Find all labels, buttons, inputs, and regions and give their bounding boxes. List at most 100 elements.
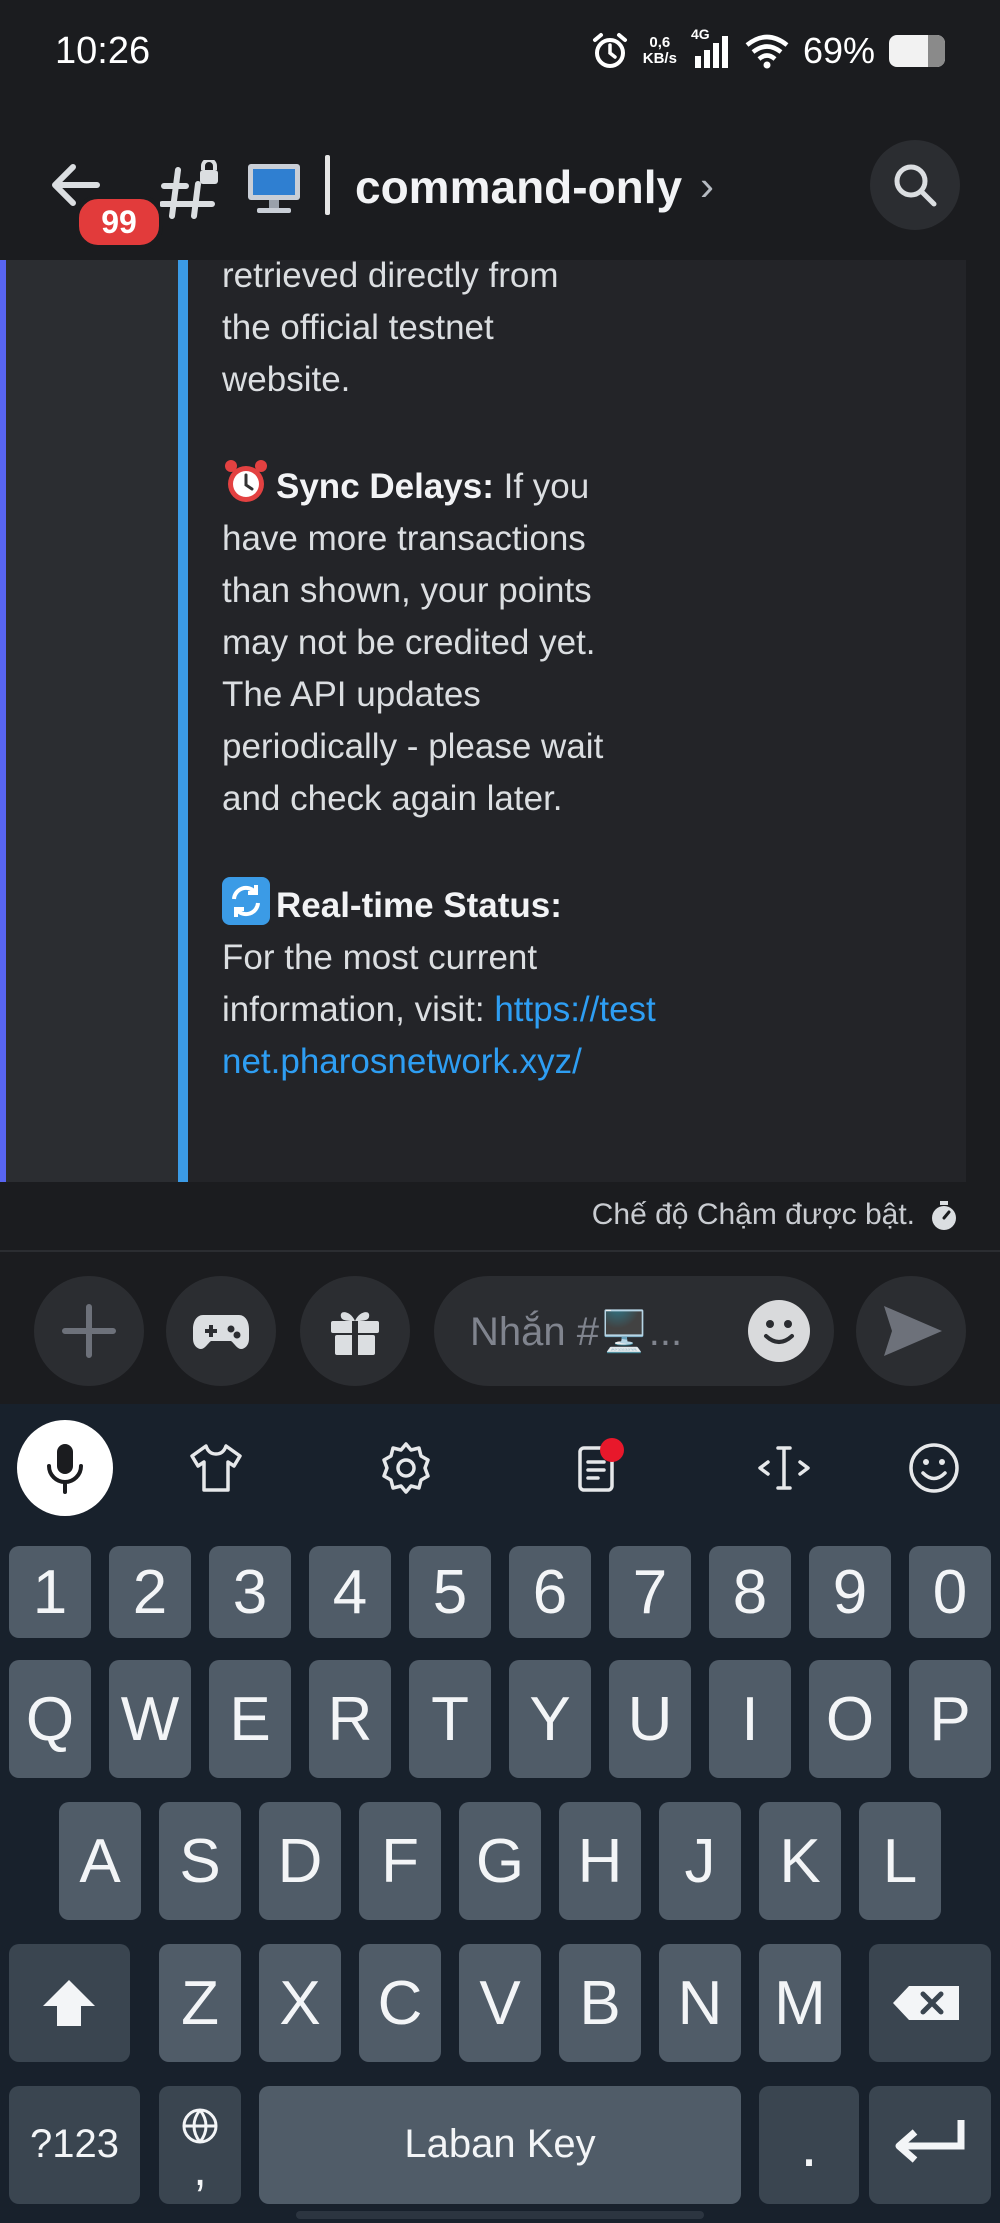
message-input[interactable]: Nhắn #🖥️... <box>434 1276 834 1386</box>
gift-icon <box>331 1312 379 1355</box>
onscreen-keyboard: 1 2 3 4 5 6 7 8 9 0 Q W E R T Y U I O P A S D F G H J K L Z X C V B N M ?123… <box>0 1532 1000 2223</box>
key-f[interactable]: F <box>359 1802 441 1920</box>
key-2[interactable]: 2 <box>109 1546 191 1638</box>
search-button[interactable] <box>870 140 960 230</box>
key-7[interactable]: 7 <box>609 1546 691 1638</box>
message-composer: Nhắn #🖥️... <box>0 1252 1000 1404</box>
embed-description: retrieved directly from the official tes… <box>222 260 662 1140</box>
message-placeholder: Nhắn #🖥️... <box>470 1310 683 1354</box>
key-q[interactable]: Q <box>9 1660 91 1778</box>
gamepad-icon <box>193 1315 249 1349</box>
key-h[interactable]: H <box>559 1802 641 1920</box>
gear-icon <box>382 1442 430 1494</box>
network-speed: 0,6 KB/s <box>642 34 677 67</box>
keyboard-toolbar <box>0 1404 1000 1532</box>
microphone-icon <box>47 1444 83 1494</box>
send-icon <box>884 1306 942 1356</box>
key-o[interactable]: O <box>809 1660 891 1778</box>
gift-button[interactable] <box>300 1276 410 1386</box>
key-8[interactable]: 8 <box>709 1546 791 1638</box>
key-z[interactable]: Z <box>159 1944 241 2062</box>
cursor-control-button[interactable] <box>738 1422 828 1512</box>
key-e[interactable]: E <box>209 1660 291 1778</box>
key-w[interactable]: W <box>109 1660 191 1778</box>
channel-header: 99 command-only › <box>0 110 1000 260</box>
shift-key[interactable] <box>9 1944 130 2062</box>
key-r[interactable]: R <box>309 1660 391 1778</box>
emoji-picker-button[interactable] <box>748 1300 810 1362</box>
embed-status-section: Real-time Status: For the most current i… <box>222 877 662 1088</box>
key-s[interactable]: S <box>159 1802 241 1920</box>
key-0[interactable]: 0 <box>909 1546 991 1638</box>
key-x[interactable]: X <box>259 1944 341 2062</box>
embed-color-bar <box>178 260 188 1182</box>
smiley-icon <box>909 1443 959 1493</box>
key-d[interactable]: D <box>259 1802 341 1920</box>
status-bar: 10:26 0,6 KB/s 4G 69% <box>0 0 1000 110</box>
key-5[interactable]: 5 <box>409 1546 491 1638</box>
status-icons: 0,6 KB/s 4G 69% <box>591 26 945 72</box>
send-button[interactable] <box>856 1276 966 1386</box>
key-9[interactable]: 9 <box>809 1546 891 1638</box>
key-a[interactable]: A <box>59 1802 141 1920</box>
channel-hash-locked-icon <box>160 160 218 219</box>
home-indicator[interactable] <box>296 2211 704 2219</box>
voice-input-button[interactable] <box>17 1420 113 1516</box>
key-k[interactable]: K <box>759 1802 841 1920</box>
attach-button[interactable] <box>34 1276 144 1386</box>
battery-icon <box>889 35 945 67</box>
emoji-keyboard-button[interactable] <box>888 1422 978 1512</box>
key-y[interactable]: Y <box>509 1660 591 1778</box>
enter-key[interactable] <box>869 2086 991 2204</box>
settings-button[interactable] <box>360 1422 450 1512</box>
theme-button[interactable] <box>170 1422 260 1512</box>
space-key[interactable]: Laban Key <box>259 2086 741 2204</box>
slowmode-notice: Chế độ Chậm được bật. <box>0 1182 1000 1252</box>
alarm-icon <box>592 33 627 68</box>
refresh-icon <box>222 877 270 925</box>
key-1[interactable]: 1 <box>9 1546 91 1638</box>
key-i[interactable]: I <box>709 1660 791 1778</box>
key-g[interactable]: G <box>459 1802 541 1920</box>
key-v[interactable]: V <box>459 1944 541 2062</box>
key-m[interactable]: M <box>759 1944 841 2062</box>
symbols-key[interactable]: ?123 <box>9 2086 140 2204</box>
tshirt-icon <box>190 1444 242 1492</box>
unread-badge: 99 <box>75 195 163 249</box>
stopwatch-icon <box>932 1201 956 1230</box>
notification-dot <box>600 1438 624 1462</box>
key-n[interactable]: N <box>659 1944 741 2062</box>
key-c[interactable]: C <box>359 1944 441 2062</box>
slowmode-text: Chế độ Chậm được bật. <box>591 1198 915 1231</box>
enter-icon <box>895 2120 965 2163</box>
activities-button[interactable] <box>166 1276 276 1386</box>
embed-intro: retrieved directly from the official tes… <box>222 260 559 399</box>
smiley-icon <box>764 1320 794 1344</box>
signal-icon: 4G <box>691 26 731 70</box>
clipboard-button[interactable] <box>550 1422 640 1512</box>
shift-icon <box>43 1980 95 2026</box>
search-icon <box>894 164 937 207</box>
key-u[interactable]: U <box>609 1660 691 1778</box>
key-3[interactable]: 3 <box>209 1546 291 1638</box>
key-t[interactable]: T <box>409 1660 491 1778</box>
battery-percent: 69% <box>802 30 875 71</box>
key-j[interactable]: J <box>659 1802 741 1920</box>
text-cursor-icon <box>758 1446 810 1490</box>
key-b[interactable]: B <box>559 1944 641 2062</box>
channel-name[interactable]: command-only <box>355 160 682 214</box>
chevron-right-icon[interactable]: › <box>700 162 714 210</box>
backspace-key[interactable] <box>869 1944 991 2062</box>
header-divider <box>325 155 330 215</box>
key-6[interactable]: 6 <box>509 1546 591 1638</box>
key-p[interactable]: P <box>909 1660 991 1778</box>
message-list[interactable]: retrieved directly from the official tes… <box>0 260 1000 1182</box>
clock: 10:26 <box>55 30 151 72</box>
globe-comma-key[interactable]: , <box>159 2086 241 2204</box>
period-key[interactable]: . <box>759 2086 859 2204</box>
backspace-icon <box>893 1986 959 2020</box>
desktop-computer-icon <box>248 164 300 213</box>
key-4[interactable]: 4 <box>309 1546 391 1638</box>
key-l[interactable]: L <box>859 1802 941 1920</box>
comma-label: , <box>193 2143 207 2196</box>
